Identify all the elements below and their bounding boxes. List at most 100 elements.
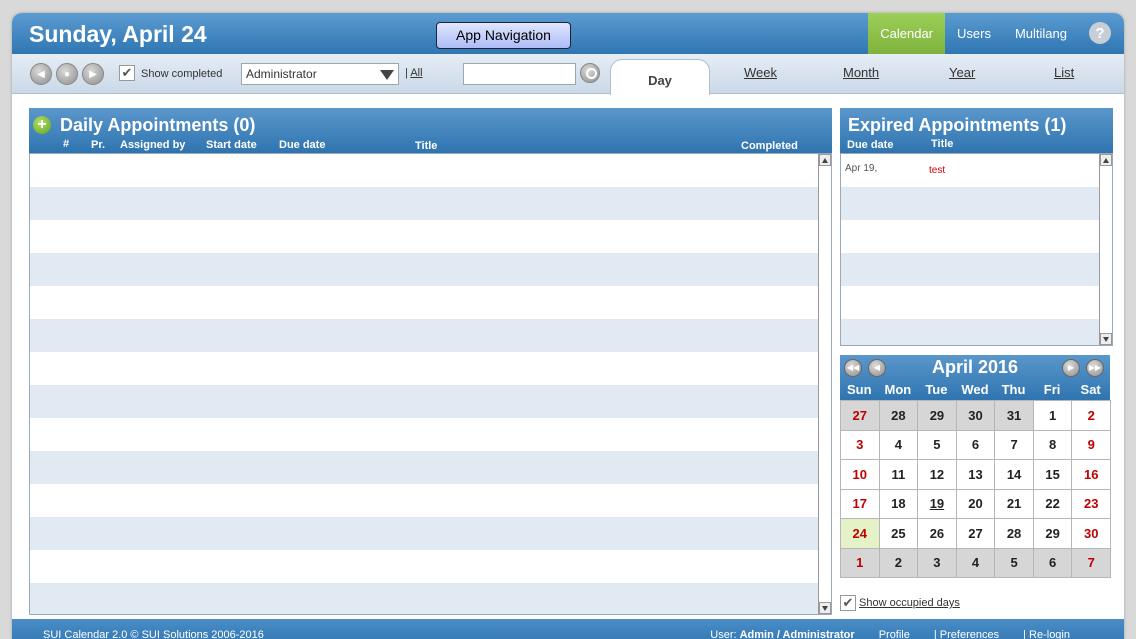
col-priority: Pr. — [91, 139, 106, 151]
calendar-day[interactable]: 19 — [917, 488, 957, 519]
calendar-day[interactable]: 1 — [840, 547, 880, 578]
calendar-day[interactable]: 29 — [1032, 518, 1073, 549]
calendar-day[interactable]: 2 — [878, 547, 919, 578]
preferences-link[interactable]: | Preferences — [934, 629, 999, 639]
next-month-icon[interactable]: ▶ — [1062, 359, 1080, 377]
show-occupied-label[interactable]: Show occupied days — [859, 597, 960, 609]
calendar-day[interactable]: 10 — [840, 459, 880, 490]
calendar-day[interactable]: 17 — [840, 488, 880, 519]
nav-multilang[interactable]: Multilang — [1003, 13, 1079, 54]
calendar-day[interactable]: 4 — [955, 547, 996, 578]
list-item — [30, 385, 831, 418]
daily-appointments-header: + Daily Appointments (0) # Pr. Assigned … — [29, 108, 832, 153]
mini-calendar: ◀◀ ◀ April 2016 ▶ ▶▶ Sun Mon Tue Wed Thu Fri S… — [840, 355, 1111, 586]
calendar-day[interactable]: 13 — [955, 459, 996, 490]
calendar-day[interactable]: 15 — [1032, 459, 1073, 490]
calendar-day[interactable]: 11 — [878, 459, 919, 490]
list-item — [30, 517, 831, 550]
calendar-day[interactable]: 5 — [917, 429, 957, 460]
next-year-icon[interactable]: ▶▶ — [1086, 359, 1104, 377]
scroll-down-icon[interactable] — [1100, 333, 1112, 345]
table-row[interactable]: Apr 19, test — [841, 154, 1112, 187]
calendar-day[interactable]: 20 — [955, 488, 996, 519]
scroll-up-icon[interactable] — [1100, 154, 1112, 166]
help-icon[interactable]: ? — [1089, 22, 1111, 44]
relogin-link[interactable]: | Re-login — [1023, 629, 1070, 639]
tab-list[interactable]: List — [1054, 65, 1074, 80]
calendar-day[interactable]: 27 — [955, 518, 996, 549]
list-item — [30, 286, 831, 319]
calendar-days: 27 28 29 30 31 1 2 3 4 5 6 7 8 9 10 11 12 13 14 15 16 17 18 19 2… — [840, 400, 1111, 578]
calendar-day[interactable]: 6 — [955, 429, 996, 460]
calendar-day[interactable]: 23 — [1071, 488, 1111, 519]
list-item — [30, 550, 831, 583]
add-appointment-icon[interactable]: + — [33, 116, 51, 134]
calendar-day[interactable]: 25 — [878, 518, 919, 549]
app-window: Sunday, April 24 App Navigation Calendar… — [12, 13, 1124, 639]
expired-scrollbar[interactable] — [1099, 154, 1112, 345]
col-start-date: Start date — [206, 139, 257, 151]
calendar-day[interactable]: 30 — [1071, 518, 1111, 549]
calendar-day[interactable]: 24 — [840, 518, 880, 549]
search-input[interactable] — [463, 63, 576, 85]
col-expired-title: Title — [931, 138, 954, 150]
calendar-day[interactable]: 28 — [994, 518, 1034, 549]
copyright: SUI Calendar 2.0 © SUI Solutions 2006-20… — [43, 629, 264, 639]
nav-users[interactable]: Users — [945, 13, 1003, 54]
list-item — [30, 220, 831, 253]
top-nav: Calendar Users Multilang ? — [868, 13, 1124, 54]
next-day-button[interactable]: ▶ — [82, 63, 104, 85]
col-due-date: Due date — [279, 139, 326, 151]
list-item — [30, 583, 831, 614]
scroll-up-icon[interactable] — [819, 154, 831, 166]
list-item — [30, 418, 831, 451]
calendar-day[interactable]: 31 — [994, 400, 1034, 431]
profile-link[interactable]: Profile — [879, 629, 910, 639]
calendar-day[interactable]: 6 — [1032, 547, 1073, 578]
tab-day[interactable]: Day — [610, 59, 710, 95]
nav-calendar[interactable]: Calendar — [868, 13, 946, 54]
all-users-link[interactable]: | All — [405, 67, 423, 79]
calendar-day[interactable]: 7 — [994, 429, 1034, 460]
scroll-down-icon[interactable] — [819, 602, 831, 614]
show-occupied-checkbox[interactable]: ✔ — [840, 595, 856, 611]
calendar-day[interactable]: 16 — [1071, 459, 1111, 490]
user-select[interactable]: Administrator — [241, 63, 399, 85]
calendar-day[interactable]: 14 — [994, 459, 1034, 490]
calendar-day[interactable]: 9 — [1071, 429, 1111, 460]
table-row — [841, 319, 1112, 345]
calendar-day[interactable]: 8 — [1032, 429, 1073, 460]
list-item — [30, 154, 831, 187]
calendar-day[interactable]: 26 — [917, 518, 957, 549]
show-completed-checkbox[interactable]: ✔ — [119, 65, 135, 81]
app-navigation-button[interactable]: App Navigation — [436, 22, 571, 49]
previous-day-button[interactable]: ◀ — [30, 63, 52, 85]
calendar-day[interactable]: 29 — [917, 400, 957, 431]
calendar-day[interactable]: 22 — [1032, 488, 1073, 519]
weekday-label: Sun — [847, 382, 872, 397]
calendar-day[interactable]: 28 — [878, 400, 919, 431]
daily-scrollbar[interactable] — [818, 154, 831, 614]
calendar-day[interactable]: 2 — [1071, 400, 1111, 431]
search-icon[interactable] — [580, 63, 600, 83]
tab-year[interactable]: Year — [949, 65, 975, 80]
calendar-day[interactable]: 3 — [917, 547, 957, 578]
calendar-day[interactable]: 30 — [955, 400, 996, 431]
tab-week[interactable]: Week — [744, 65, 777, 80]
calendar-day[interactable]: 7 — [1071, 547, 1111, 578]
calendar-day[interactable]: 21 — [994, 488, 1034, 519]
list-item — [30, 319, 831, 352]
show-occupied-days[interactable]: ✔ Show occupied days — [840, 595, 960, 611]
calendar-day[interactable]: 12 — [917, 459, 957, 490]
calendar-day[interactable]: 27 — [840, 400, 880, 431]
calendar-day[interactable]: 4 — [878, 429, 919, 460]
calendar-day[interactable]: 1 — [1032, 400, 1073, 431]
calendar-day[interactable]: 3 — [840, 429, 880, 460]
today-button[interactable]: ● — [56, 63, 78, 85]
weekday-label: Mon — [884, 382, 912, 397]
calendar-day[interactable]: 18 — [878, 488, 919, 519]
chevron-down-icon — [380, 70, 394, 80]
expired-title-link[interactable]: test — [929, 165, 945, 176]
calendar-day[interactable]: 5 — [994, 547, 1034, 578]
tab-month[interactable]: Month — [843, 65, 879, 80]
